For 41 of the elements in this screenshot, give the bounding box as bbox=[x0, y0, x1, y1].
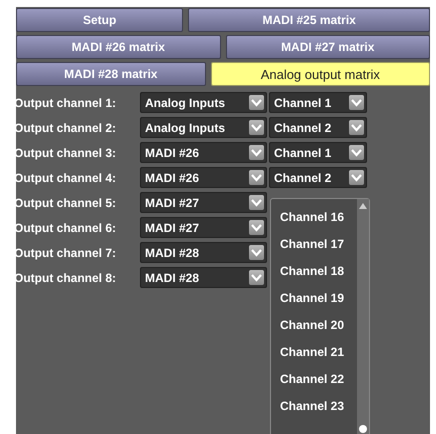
source-dropdown[interactable]: MADI #27 bbox=[140, 217, 267, 238]
chevron-down-icon[interactable] bbox=[249, 145, 264, 160]
chevron-down-icon[interactable] bbox=[249, 270, 264, 285]
scroll-thumb-icon[interactable] bbox=[359, 425, 367, 433]
source-dropdown[interactable]: MADI #27 bbox=[140, 192, 267, 213]
source-dropdown[interactable]: Analog Inputs bbox=[140, 92, 267, 113]
list-option[interactable]: Channel 19 bbox=[271, 284, 357, 311]
chevron-down-icon[interactable] bbox=[249, 245, 264, 260]
source-dropdown[interactable]: MADI #26 bbox=[140, 167, 267, 188]
source-dropdown[interactable]: MADI #28 bbox=[140, 267, 267, 288]
chevron-down-icon[interactable] bbox=[349, 95, 364, 110]
source-dropdown[interactable]: MADI #28 bbox=[140, 242, 267, 263]
tab[interactable]: Setup bbox=[16, 8, 184, 32]
list-option[interactable]: Channel 22 bbox=[271, 365, 357, 392]
tab[interactable]: MADI #28 matrix bbox=[16, 62, 206, 86]
chevron-down-icon[interactable] bbox=[249, 195, 264, 210]
channel-dropdown[interactable]: Channel 1 bbox=[269, 142, 367, 163]
list-option[interactable]: Channel 17 bbox=[271, 230, 357, 257]
scrollbar[interactable] bbox=[357, 199, 369, 434]
chevron-down-icon[interactable] bbox=[249, 170, 264, 185]
channel-dropdown[interactable]: Channel 1 bbox=[269, 92, 367, 113]
tab[interactable]: Analog output matrix bbox=[210, 62, 430, 86]
list-option[interactable]: Channel 20 bbox=[271, 311, 357, 338]
chevron-down-icon[interactable] bbox=[249, 220, 264, 235]
source-dropdown[interactable]: MADI #26 bbox=[140, 142, 267, 163]
tab[interactable]: MADI #26 matrix bbox=[16, 35, 220, 59]
chevron-down-icon[interactable] bbox=[349, 120, 364, 135]
tab[interactable]: MADI #27 matrix bbox=[226, 35, 430, 59]
list-option[interactable]: Channel 21 bbox=[271, 338, 357, 365]
chevron-down-icon[interactable] bbox=[249, 120, 264, 135]
chevron-down-icon[interactable] bbox=[249, 95, 264, 110]
source-dropdown[interactable]: Analog Inputs bbox=[140, 117, 267, 138]
list-option[interactable]: Channel 23 bbox=[271, 392, 357, 419]
channel-dropdown[interactable]: Channel 2 bbox=[269, 167, 367, 188]
channel-dropdown[interactable]: Channel 2 bbox=[269, 117, 367, 138]
chevron-down-icon[interactable] bbox=[349, 145, 364, 160]
scroll-up-icon[interactable] bbox=[359, 203, 367, 209]
chevron-down-icon[interactable] bbox=[349, 170, 364, 185]
list-option[interactable]: Channel 16 bbox=[271, 203, 357, 230]
list-option[interactable]: Channel 18 bbox=[271, 257, 357, 284]
tab[interactable]: MADI #25 matrix bbox=[188, 8, 430, 32]
